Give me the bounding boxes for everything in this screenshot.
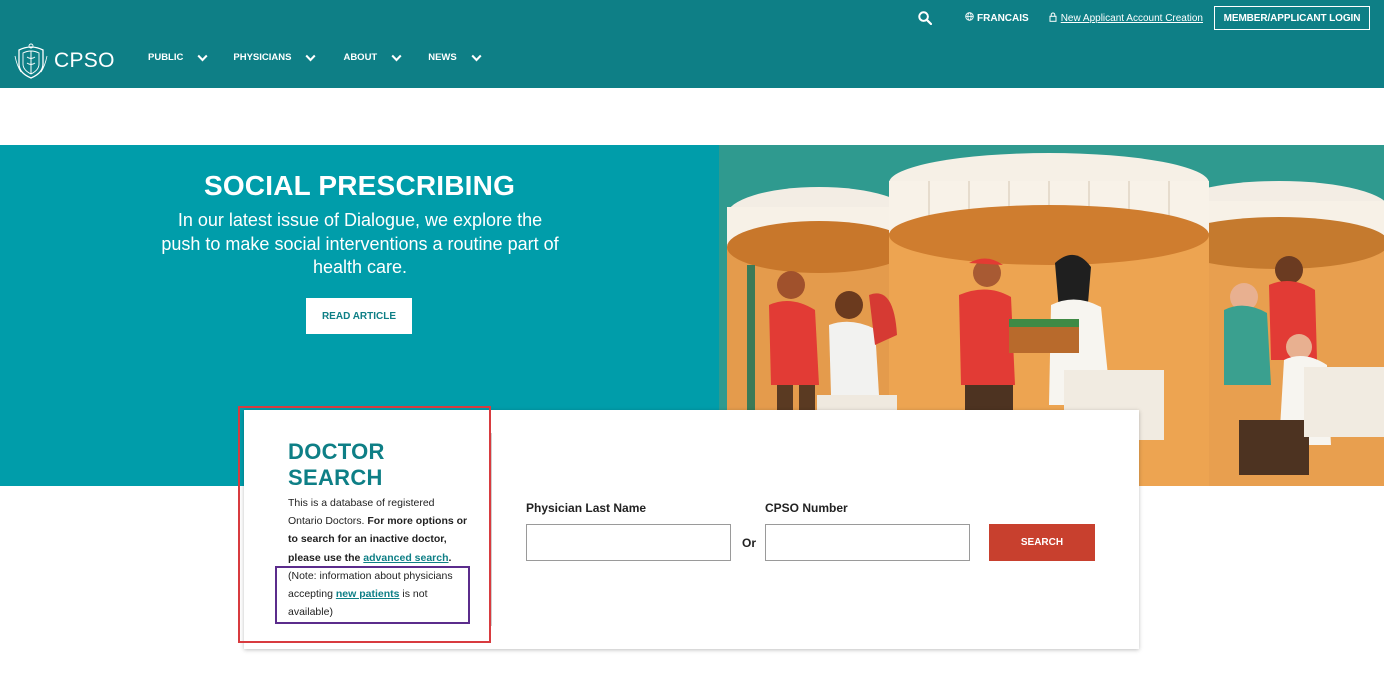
- main-nav: PUBLIC PHYSICIANS ABOUT NEWS: [148, 52, 482, 63]
- cpso-number-input[interactable]: [765, 524, 970, 561]
- chevron-down-icon: [305, 54, 316, 62]
- member-login-button[interactable]: MEMBER/APPLICANT LOGIN: [1214, 6, 1370, 30]
- language-label: FRANCAIS: [977, 12, 1029, 24]
- last-name-label: Physician Last Name: [526, 501, 647, 515]
- nav-item-about[interactable]: ABOUT: [343, 52, 402, 63]
- site-header: FRANCAIS New Applicant Account Creation …: [0, 0, 1384, 88]
- chevron-down-icon: [391, 54, 402, 62]
- doctor-search-description: This is a database of registered Ontario…: [288, 494, 470, 621]
- nav-item-news[interactable]: NEWS: [428, 52, 482, 63]
- nav-item-label: PUBLIC: [148, 52, 184, 63]
- hero-title: SOCIAL PRESCRIBING: [203, 170, 516, 201]
- new-patients-link[interactable]: new patients: [336, 588, 400, 600]
- language-toggle[interactable]: FRANCAIS: [965, 12, 1029, 24]
- nav-item-label: NEWS: [428, 52, 457, 63]
- doctor-search-title: DOCTOR SEARCH: [288, 439, 385, 490]
- search-icon[interactable]: [915, 8, 935, 28]
- read-article-button[interactable]: READ ARTICLE: [306, 298, 412, 334]
- chevron-down-icon: [471, 54, 482, 62]
- new-applicant-link[interactable]: New Applicant Account Creation: [1049, 12, 1203, 25]
- chevron-down-icon: [197, 54, 208, 62]
- new-applicant-label: New Applicant Account Creation: [1060, 12, 1203, 24]
- hero-subtitle: In our latest issue of Dialogue, we expl…: [161, 210, 559, 277]
- nav-item-physicians[interactable]: PHYSICIANS: [233, 52, 316, 63]
- nav-item-label: PHYSICIANS: [233, 52, 292, 63]
- globe-icon: [965, 12, 974, 24]
- utility-bar: FRANCAIS New Applicant Account Creation …: [915, 6, 1370, 30]
- or-separator: Or: [742, 536, 757, 550]
- description-period: .: [448, 551, 452, 564]
- cpso-number-label: CPSO Number: [765, 501, 848, 515]
- card-divider: [490, 433, 492, 626]
- nav-item-label: ABOUT: [343, 52, 378, 63]
- last-name-input[interactable]: [526, 524, 731, 561]
- lock-icon: [1049, 12, 1057, 25]
- search-button[interactable]: SEARCH: [989, 524, 1095, 561]
- cpso-logo[interactable]: CPSO: [13, 42, 115, 80]
- advanced-search-link[interactable]: advanced search: [363, 552, 448, 564]
- nav-item-public[interactable]: PUBLIC: [148, 52, 208, 63]
- crest-icon: [13, 42, 49, 80]
- logo-text: CPSO: [54, 49, 115, 72]
